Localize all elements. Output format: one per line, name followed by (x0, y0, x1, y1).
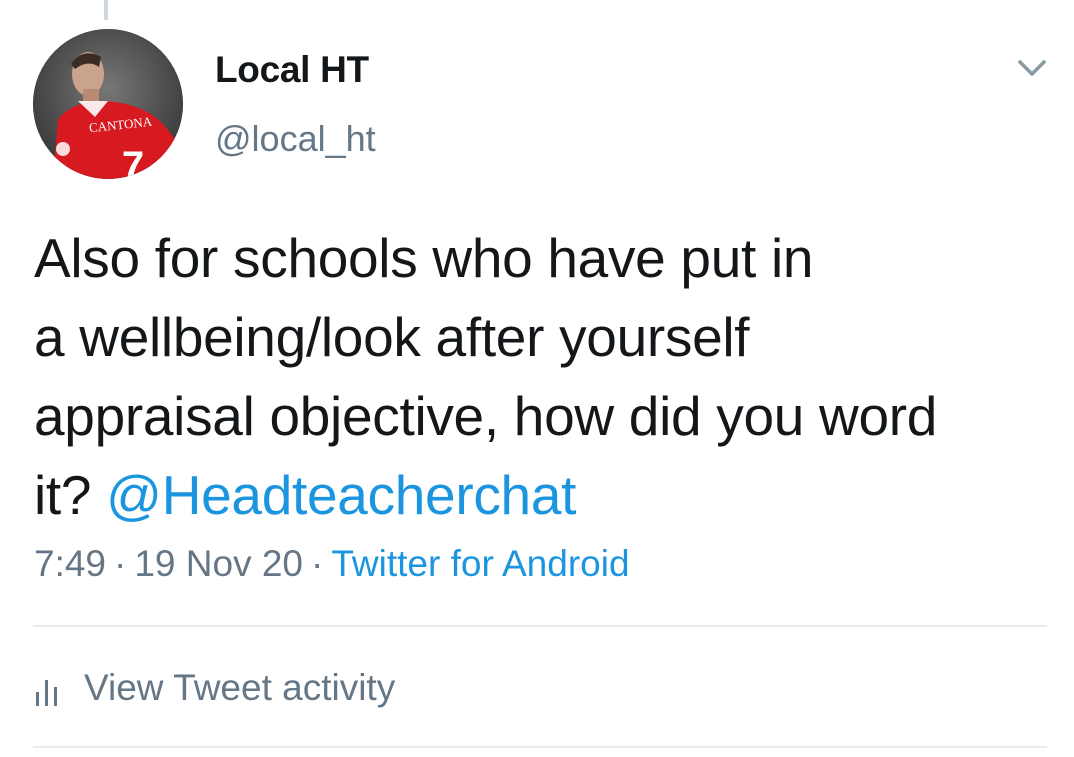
meta-separator: · (311, 543, 324, 584)
avatar-image: CANTONA 7 (33, 29, 183, 179)
tweet-text-line: Also for schools who have put in (34, 227, 814, 289)
thread-connector-line (104, 0, 108, 20)
tweet-text-line: it? @Headteacherchat (34, 456, 1054, 535)
tweet-text: Also for schools who have put in a wellb… (34, 219, 1054, 535)
chevron-down-icon (1018, 60, 1046, 76)
divider (33, 625, 1047, 627)
tweet-date[interactable]: 19 Nov 20 (134, 543, 303, 584)
tweet-text-last-prefix: it? (34, 464, 107, 526)
avatar[interactable]: CANTONA 7 (33, 29, 183, 179)
meta-separator: · (114, 543, 127, 584)
tweet-text-line: appraisal objective, how did you word (34, 385, 938, 447)
mention-link[interactable]: @Headteacherchat (106, 464, 576, 526)
author-display-name[interactable]: Local HT (215, 49, 369, 91)
tweet-source-link[interactable]: Twitter for Android (331, 543, 629, 584)
tweet-meta: 7:49 · 19 Nov 20 · Twitter for Android (34, 543, 630, 585)
tweet-time[interactable]: 7:49 (34, 543, 106, 584)
avatar-jersey-number: 7 (122, 144, 144, 179)
view-tweet-activity-button[interactable]: View Tweet activity (34, 665, 395, 711)
view-tweet-activity-label: View Tweet activity (84, 667, 396, 708)
tweet-menu-caret[interactable] (1010, 52, 1054, 86)
tweet-text-line: a wellbeing/look after yourself (34, 306, 750, 368)
author-handle[interactable]: @local_ht (215, 118, 376, 160)
bar-chart-icon (36, 680, 57, 706)
divider (33, 746, 1047, 748)
